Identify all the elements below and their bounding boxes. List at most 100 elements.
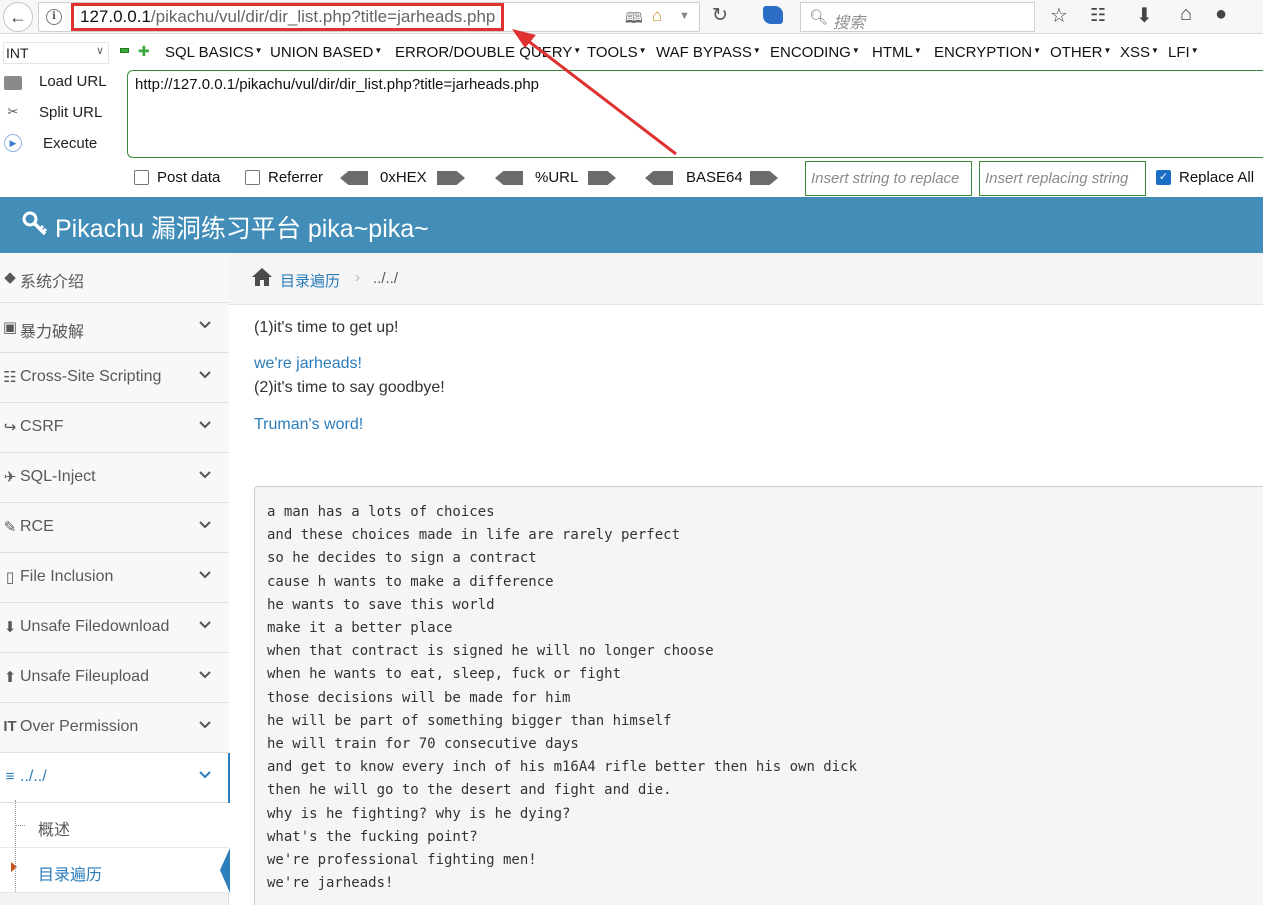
- poem-line: he will train for 70 consecutive days: [267, 736, 579, 753]
- home-icon[interactable]: [251, 267, 273, 293]
- extension-icon[interactable]: [763, 6, 783, 24]
- split-url-button[interactable]: ✂ Split URL: [0, 101, 125, 129]
- base64-encode-arrow-icon[interactable]: [750, 171, 778, 185]
- menu-tools[interactable]: TOOLS▼: [587, 44, 647, 61]
- sidebar-subitem-overview[interactable]: 概述: [0, 803, 229, 848]
- sitemap-icon: ☷: [3, 369, 17, 386]
- chevron-down-icon: [198, 418, 211, 430]
- search-placeholder: 搜索: [833, 15, 866, 32]
- menu-sql-basics[interactable]: SQL BASICS▼: [165, 44, 263, 61]
- menu-html[interactable]: HTML▼: [872, 44, 922, 61]
- sidebar-item-sql-inject[interactable]: ✈ SQL-Inject: [0, 453, 229, 503]
- app-header: Pikachu 漏洞练习平台 pika~pika~: [0, 197, 1263, 253]
- url-bar[interactable]: i 127.0.0.1/pikachu/vul/dir/dir_list.php…: [38, 2, 700, 32]
- chevron-down-icon: [198, 318, 211, 330]
- reload-icon[interactable]: ↻: [712, 4, 728, 27]
- url-encode-arrow-icon[interactable]: [588, 171, 616, 185]
- chevron-down-icon: [198, 718, 211, 730]
- poem-line: cause h wants to make a difference: [267, 573, 554, 590]
- plus-icon[interactable]: ✚: [138, 43, 150, 60]
- poem-line: when that contract is signed he will no …: [267, 643, 714, 660]
- link-truman[interactable]: Truman's word!: [254, 416, 363, 434]
- poem-line: those decisions will be made for him: [267, 689, 571, 706]
- int-select[interactable]: INT ∨: [3, 42, 109, 64]
- back-button[interactable]: ←: [3, 2, 33, 32]
- poem-line: we're jarheads!: [267, 875, 394, 892]
- breadcrumb: 目录遍历 › ../../: [229, 253, 1263, 305]
- sidebar-item-unsafe-fileupload[interactable]: ⬆ Unsafe Fileupload: [0, 653, 229, 703]
- lock-icon: ▣: [2, 319, 18, 336]
- hex-decode-arrow-icon[interactable]: [340, 171, 368, 185]
- sidebar-item-dir-traversal[interactable]: ≡ ../../: [0, 753, 230, 803]
- url-textarea[interactable]: http://127.0.0.1/pikachu/vul/dir/dir_lis…: [127, 70, 1263, 158]
- upload-icon: ⬆: [3, 669, 17, 686]
- library-icon[interactable]: ☷: [1090, 5, 1106, 26]
- base64-decode-arrow-icon[interactable]: [645, 171, 673, 185]
- download-arrow-icon[interactable]: ⬇: [1136, 3, 1153, 28]
- poem-line: we're professional fighting men!: [267, 852, 537, 869]
- chevron-down-icon: [198, 518, 211, 530]
- replace-all-checkbox[interactable]: ✓: [1156, 170, 1171, 185]
- poem-line: what's the fucking point?: [267, 828, 478, 845]
- replace-string-input[interactable]: Insert string to replace: [805, 161, 972, 196]
- chevron-down-icon: [198, 368, 211, 380]
- menu-union-based[interactable]: UNION BASED▼: [270, 44, 382, 61]
- chevron-down-icon: [198, 568, 211, 580]
- hackbar-options: Post data Referrer 0xHEX %URL BASE64 Ins…: [0, 161, 1263, 196]
- url-highlight-box: 127.0.0.1/pikachu/vul/dir/dir_list.php?t…: [71, 3, 505, 31]
- key-icon: [22, 211, 48, 244]
- url-textarea-value: http://127.0.0.1/pikachu/vul/dir/dir_lis…: [135, 76, 540, 93]
- sidebar-item-brute-force[interactable]: ▣ 暴力破解: [0, 303, 229, 353]
- sidebar-item-over-permission[interactable]: IT Over Permission: [0, 703, 229, 753]
- sidebar-item-unsafe-filedownload[interactable]: ⬇ Unsafe Filedownload: [0, 603, 229, 653]
- chevron-down-icon: [198, 768, 211, 780]
- menu-other[interactable]: OTHER▼: [1050, 44, 1111, 61]
- info-icon[interactable]: i: [46, 9, 62, 25]
- sidebar-item-xss[interactable]: ☷ Cross-Site Scripting: [0, 353, 229, 403]
- sidebar-item-rce[interactable]: ✎ RCE: [0, 503, 229, 553]
- sidebar-item-intro[interactable]: ◆ 系统介绍: [0, 253, 229, 303]
- poem-line: he wants to save this world: [267, 596, 495, 613]
- link-jarheads[interactable]: we're jarheads!: [254, 355, 362, 373]
- load-url-button[interactable]: Load URL: [0, 70, 125, 98]
- menu-xss[interactable]: XSS▼: [1120, 44, 1159, 61]
- sidebar-item-file-inclusion[interactable]: ▯ File Inclusion: [0, 553, 229, 603]
- minus-icon[interactable]: [120, 48, 129, 53]
- content-line-1: (1)it's time to get up!: [254, 319, 399, 336]
- menu-error-double-query[interactable]: ERROR/DOUBLE QUERY▼: [395, 44, 581, 61]
- search-input[interactable]: 🔍︎ 搜索: [800, 2, 1035, 32]
- referrer-label: Referrer: [268, 169, 324, 186]
- poem-line: a man has a lots of choices: [267, 504, 495, 520]
- poem-line: so he decides to sign a contract: [267, 550, 537, 567]
- sidebar-subitem-dir-list[interactable]: 目录遍历: [0, 848, 230, 893]
- home-icon[interactable]: ⌂: [1180, 3, 1192, 26]
- url-decode-arrow-icon[interactable]: [495, 171, 523, 185]
- breadcrumb-current: ../../: [373, 270, 399, 287]
- chevron-down-icon: ∨: [95, 45, 104, 57]
- hex-label: 0xHEX: [380, 169, 427, 186]
- menu-encryption[interactable]: ENCRYPTION▼: [934, 44, 1041, 61]
- referrer-checkbox[interactable]: [245, 170, 260, 185]
- bookmark-star-icon[interactable]: ☆: [1050, 3, 1068, 28]
- replace-all-label: Replace All: [1179, 169, 1255, 186]
- sidebar-item-csrf[interactable]: ↪ CSRF: [0, 403, 229, 453]
- replacing-string-input[interactable]: Insert replacing string: [979, 161, 1146, 196]
- post-data-checkbox[interactable]: [134, 170, 149, 185]
- chevron-down-icon: [198, 668, 211, 680]
- chevron-down-icon[interactable]: ▼: [679, 10, 690, 22]
- account-globe-icon[interactable]: ●: [1215, 3, 1227, 26]
- breadcrumb-link[interactable]: 目录遍历: [280, 270, 340, 291]
- poem-line: why is he fighting? why is he dying?: [267, 805, 571, 822]
- reader-view-icon[interactable]: 🕮: [625, 8, 643, 33]
- menu-waf-bypass[interactable]: WAF BYPASS▼: [656, 44, 761, 61]
- menu-encoding[interactable]: ENCODING▼: [770, 44, 860, 61]
- file-icon: ▯: [5, 569, 15, 586]
- home-badge-icon[interactable]: ⌂: [652, 6, 662, 26]
- poem-text-block: a man has a lots of choices and these cho…: [254, 486, 1263, 905]
- download-icon: ⬇: [3, 619, 17, 636]
- menu-lfi[interactable]: LFI▼: [1168, 44, 1199, 61]
- hex-encode-arrow-icon[interactable]: [437, 171, 465, 185]
- browser-navbar: ← i 127.0.0.1/pikachu/vul/dir/dir_list.p…: [0, 0, 1263, 34]
- url-path: /pikachu/vul/dir/dir_list.php?title=jarh…: [150, 7, 496, 26]
- execute-button[interactable]: ▶ Execute: [0, 132, 125, 160]
